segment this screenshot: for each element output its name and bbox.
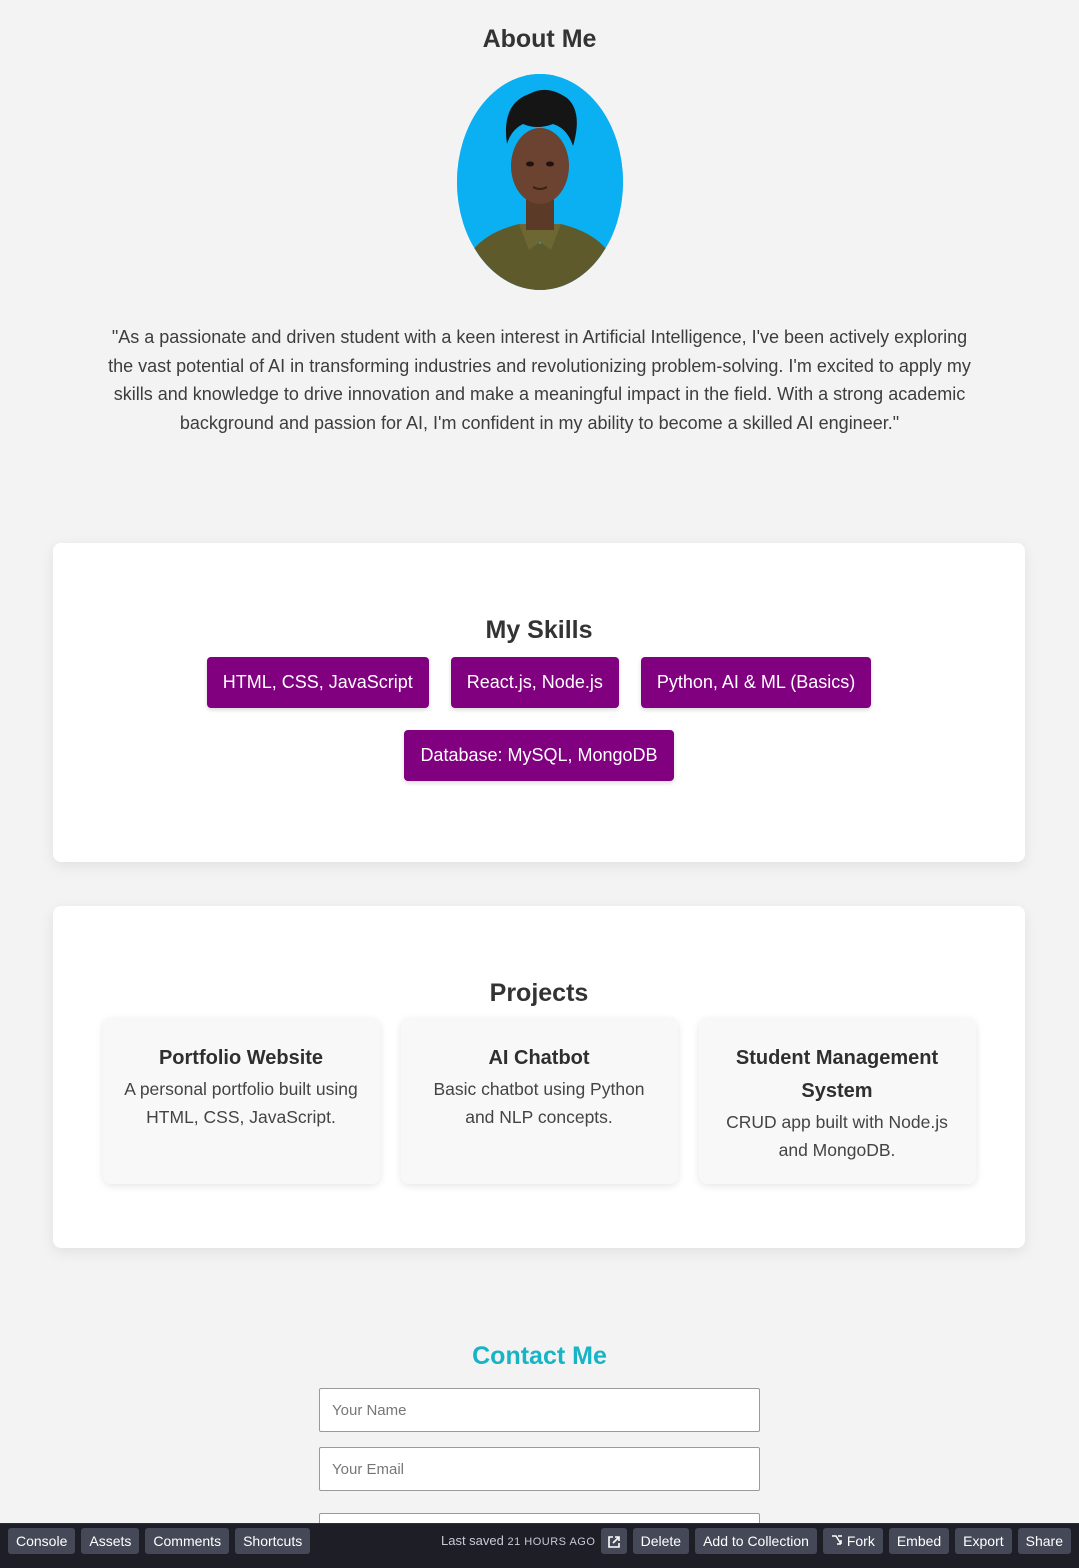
console-button[interactable]: Console <box>8 1528 76 1554</box>
last-saved-time: 21 HOURS AGO <box>507 1536 596 1548</box>
delete-button[interactable]: Delete <box>632 1528 690 1554</box>
project-description: Basic chatbot using Python and NLP conce… <box>433 1079 645 1127</box>
skills-list: HTML, CSS, JavaScript React.js, Node.js … <box>189 657 889 781</box>
add-to-collection-button[interactable]: Add to Collection <box>695 1528 817 1554</box>
project-card: Student Management System CRUD app built… <box>698 1018 976 1184</box>
share-button[interactable]: Share <box>1017 1528 1071 1554</box>
skill-badge: HTML, CSS, JavaScript <box>206 657 429 708</box>
projects-section: Projects Portfolio Website A personal po… <box>53 906 1025 1248</box>
fork-button[interactable]: Fork <box>822 1528 883 1554</box>
comments-button[interactable]: Comments <box>145 1528 230 1554</box>
email-field[interactable] <box>319 1447 760 1491</box>
project-description: CRUD app built with Node.js and MongoDB. <box>726 1112 948 1160</box>
last-saved-label: Last saved <box>441 1533 504 1548</box>
open-external-button[interactable] <box>600 1528 627 1554</box>
last-saved-status: Last saved 21 HOURS AGO <box>441 1524 595 1558</box>
project-card: AI Chatbot Basic chatbot using Python an… <box>400 1018 678 1184</box>
skill-badge: Database: MySQL, MongoDB <box>404 730 674 781</box>
skills-title: My Skills <box>485 616 593 644</box>
project-description: A personal portfolio built using HTML, C… <box>124 1079 358 1127</box>
projects-title: Projects <box>489 979 589 1007</box>
fork-label: Fork <box>846 1533 875 1549</box>
editor-bottom-bar: Console Assets Comments Shortcuts Last s… <box>0 1523 1079 1568</box>
about-title: About Me <box>482 25 597 53</box>
skills-section: My Skills HTML, CSS, JavaScript React.js… <box>53 543 1025 862</box>
about-bio: "As a passionate and driven student with… <box>108 327 971 433</box>
profile-photo <box>456 74 623 290</box>
export-button[interactable]: Export <box>955 1528 1012 1554</box>
assets-button[interactable]: Assets <box>81 1528 140 1554</box>
project-name: Portfolio Website <box>158 1047 324 1069</box>
fork-icon <box>831 1535 842 1545</box>
projects-list: Portfolio Website A personal portfolio b… <box>53 1018 1025 1184</box>
project-name: AI Chatbot <box>488 1047 590 1069</box>
project-name: Student Management System <box>735 1047 939 1102</box>
skill-badge: React.js, Node.js <box>450 657 619 708</box>
embed-button[interactable]: Embed <box>888 1528 950 1554</box>
skill-badge: Python, AI & ML (Basics) <box>640 657 872 708</box>
project-card: Portfolio Website A personal portfolio b… <box>102 1018 380 1184</box>
shortcuts-button[interactable]: Shortcuts <box>235 1528 311 1554</box>
name-field[interactable] <box>319 1388 760 1432</box>
external-link-icon <box>607 1536 620 1549</box>
contact-title: Contact Me <box>472 1342 607 1370</box>
about-section: About Me "As a passionate and driven stu… <box>0 0 1079 437</box>
